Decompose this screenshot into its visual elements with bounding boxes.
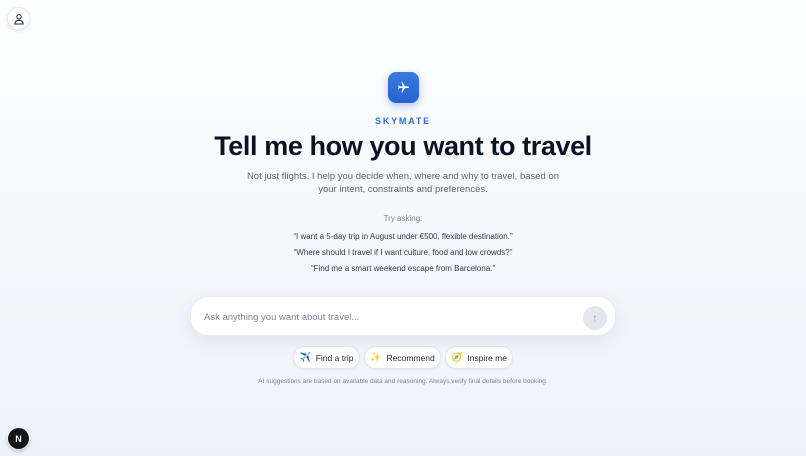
arrow-up-icon: ↑ <box>592 311 598 325</box>
send-button[interactable]: ↑ <box>583 306 607 330</box>
example-prompt[interactable]: “Where should I travel if I want culture… <box>0 248 806 257</box>
sparkles-icon: ✨ <box>370 352 382 362</box>
search-box: ↑ <box>190 296 616 336</box>
examples-label: Try asking: <box>383 214 423 223</box>
disclaimer-text: AI suggestions are based on available da… <box>258 378 548 385</box>
recommend-chip[interactable]: ✨ Recommend <box>364 346 441 369</box>
chip-label: Inspire me <box>467 352 507 363</box>
inspire-me-chip[interactable]: 🧭 Inspire me <box>445 346 513 369</box>
page-title: Tell me how you want to travel <box>214 131 592 161</box>
find-trip-chip[interactable]: ✈️ Find a trip <box>293 346 360 369</box>
page-subtitle: Not just flights. I help you decide when… <box>246 171 560 195</box>
app-page: SKYMATE Tell me how you want to travel N… <box>0 0 806 456</box>
user-icon <box>13 13 24 24</box>
nextjs-dev-badge[interactable]: N <box>8 428 29 449</box>
chip-label: Recommend <box>386 352 435 363</box>
search-input[interactable] <box>204 308 564 326</box>
profile-button[interactable] <box>7 7 30 30</box>
example-prompt[interactable]: “Find me a smart weekend escape from Bar… <box>0 264 806 273</box>
airplane-icon <box>398 82 409 93</box>
brand-logo <box>388 72 419 103</box>
chip-label: Find a trip <box>315 352 354 363</box>
compass-icon: 🧭 <box>451 352 463 362</box>
example-prompt[interactable]: “I want a 5-day trip in August under €50… <box>0 232 806 241</box>
brand-name: SKYMATE <box>375 116 431 126</box>
airplane-icon: ✈️ <box>299 352 311 362</box>
